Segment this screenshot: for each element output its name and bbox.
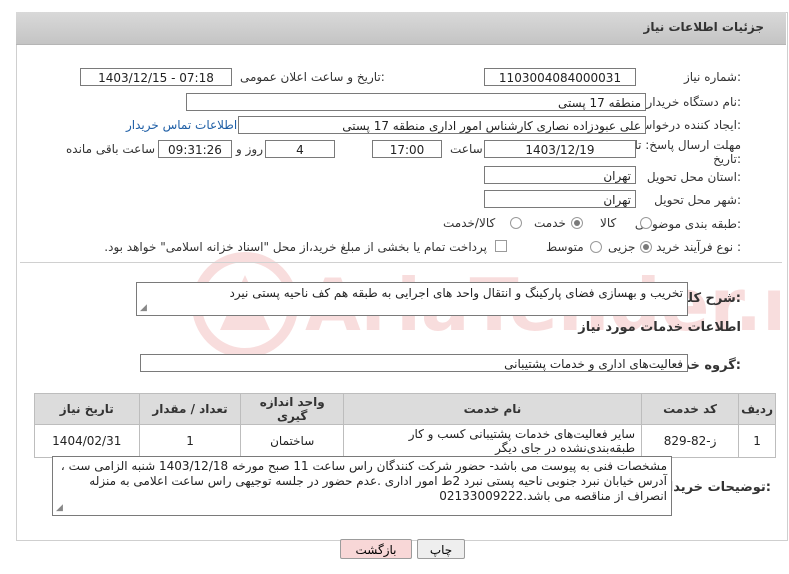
back-button[interactable]: بازگشت [340, 539, 412, 559]
creator-label: ایجاد کننده درخواست: [630, 118, 741, 132]
col-unit: واحد اندازه گیری [240, 393, 344, 425]
deadline-label: مهلت ارسال پاسخ: تا [634, 138, 741, 152]
category-option-goods: کالا [600, 216, 617, 230]
remaining-label: ساعت باقی مانده [66, 142, 156, 156]
category-radio-goods-service[interactable] [510, 217, 522, 229]
city-field: تهران [484, 190, 636, 208]
buyer-label: نام دستگاه خریدار: [646, 95, 742, 109]
cell-row: 1 [738, 424, 776, 458]
remaining-time-field: 09:31:26 [158, 140, 232, 158]
col-row: ردیف [738, 393, 776, 425]
category-radio-service[interactable] [571, 217, 583, 229]
buyer-field: منطقه 17 پستی [186, 93, 646, 111]
category-option-goods-service: کالا/خدمت [443, 216, 496, 230]
province-field: تهران [484, 166, 636, 184]
deadline-label-date: تاریخ: [713, 152, 741, 166]
cell-qty: 1 [138, 424, 242, 458]
announce-label: تاریخ و ساعت اعلان عمومی: [240, 70, 385, 84]
time-label: ساعت [450, 142, 483, 156]
days-label: روز و [236, 142, 263, 156]
col-name: نام خدمت [342, 393, 643, 425]
col-date: تاریخ نیاز [34, 393, 140, 425]
service-group-field: فعالیت‌های اداری و خدمات پشتیبانی [140, 354, 688, 372]
payment-treasury-checkbox[interactable] [495, 240, 507, 252]
buyer-notes-field: مشخصات فنی به پیوست می باشد- حضور شرکت ک… [52, 456, 672, 516]
process-label: نوع فرآیند خرید : [656, 240, 741, 254]
col-qty: تعداد / مقدار [138, 393, 242, 425]
process-option-medium: متوسط [546, 240, 584, 254]
province-label: استان محل تحویل: [646, 170, 741, 184]
announce-field: 1403/12/15 - 07:18 [80, 68, 232, 86]
category-option-service: خدمت [534, 216, 566, 230]
panel-header: جزئیات اطلاعات نیاز [16, 12, 786, 45]
deadline-date-field: 1403/12/19 [484, 140, 636, 158]
category-radio-goods[interactable] [640, 217, 652, 229]
resize-grip-icon: ◢ [56, 503, 63, 513]
table-header-row: ردیف کد خدمت نام خدمت واحد اندازه گیری ت… [34, 393, 776, 425]
services-section-title: اطلاعات خدمات مورد نیاز [578, 320, 741, 335]
page-title: جزئیات اطلاعات نیاز [643, 20, 764, 34]
cell-date: 1404/02/31 [34, 424, 140, 458]
description-field: تخریب و بهسازی فضای پارکینگ و انتقال واح… [136, 282, 688, 316]
services-table: ردیف کد خدمت نام خدمت واحد اندازه گیری ت… [34, 393, 776, 458]
days-field: 4 [265, 140, 335, 158]
print-button[interactable]: چاپ [417, 539, 465, 559]
city-label: شهر محل تحویل: [654, 193, 741, 207]
deadline-time-field: 17:00 [372, 140, 442, 158]
cell-code: ز-82-829 [641, 424, 740, 458]
creator-field: علی عبودزاده نصاری کارشناس امور اداری من… [238, 116, 646, 134]
table-row: 1 ز-82-829 سایر فعالیت‌های خدمات پشتیبان… [34, 424, 776, 458]
process-radio-minor[interactable] [640, 241, 652, 253]
col-code: کد خدمت [641, 393, 740, 425]
buyer-notes-label: توضیحات خریدار: [661, 480, 771, 495]
resize-grip-icon: ◢ [140, 303, 147, 313]
process-radio-medium[interactable] [590, 241, 602, 253]
need-number-label: شماره نیاز: [683, 70, 741, 84]
divider [20, 262, 782, 263]
buyer-contact-link[interactable]: اطلاعات تماس خریدار [126, 118, 237, 132]
need-number-field: 1103004084000031 [484, 68, 636, 86]
process-option-minor: جزیی [608, 240, 636, 254]
cell-name: سایر فعالیت‌های خدمات پشتیبانی کسب و کار… [342, 424, 643, 458]
cell-unit: ساختمان [240, 424, 344, 458]
payment-note: پرداخت تمام یا بخشی از مبلغ خرید،از محل … [104, 240, 487, 254]
